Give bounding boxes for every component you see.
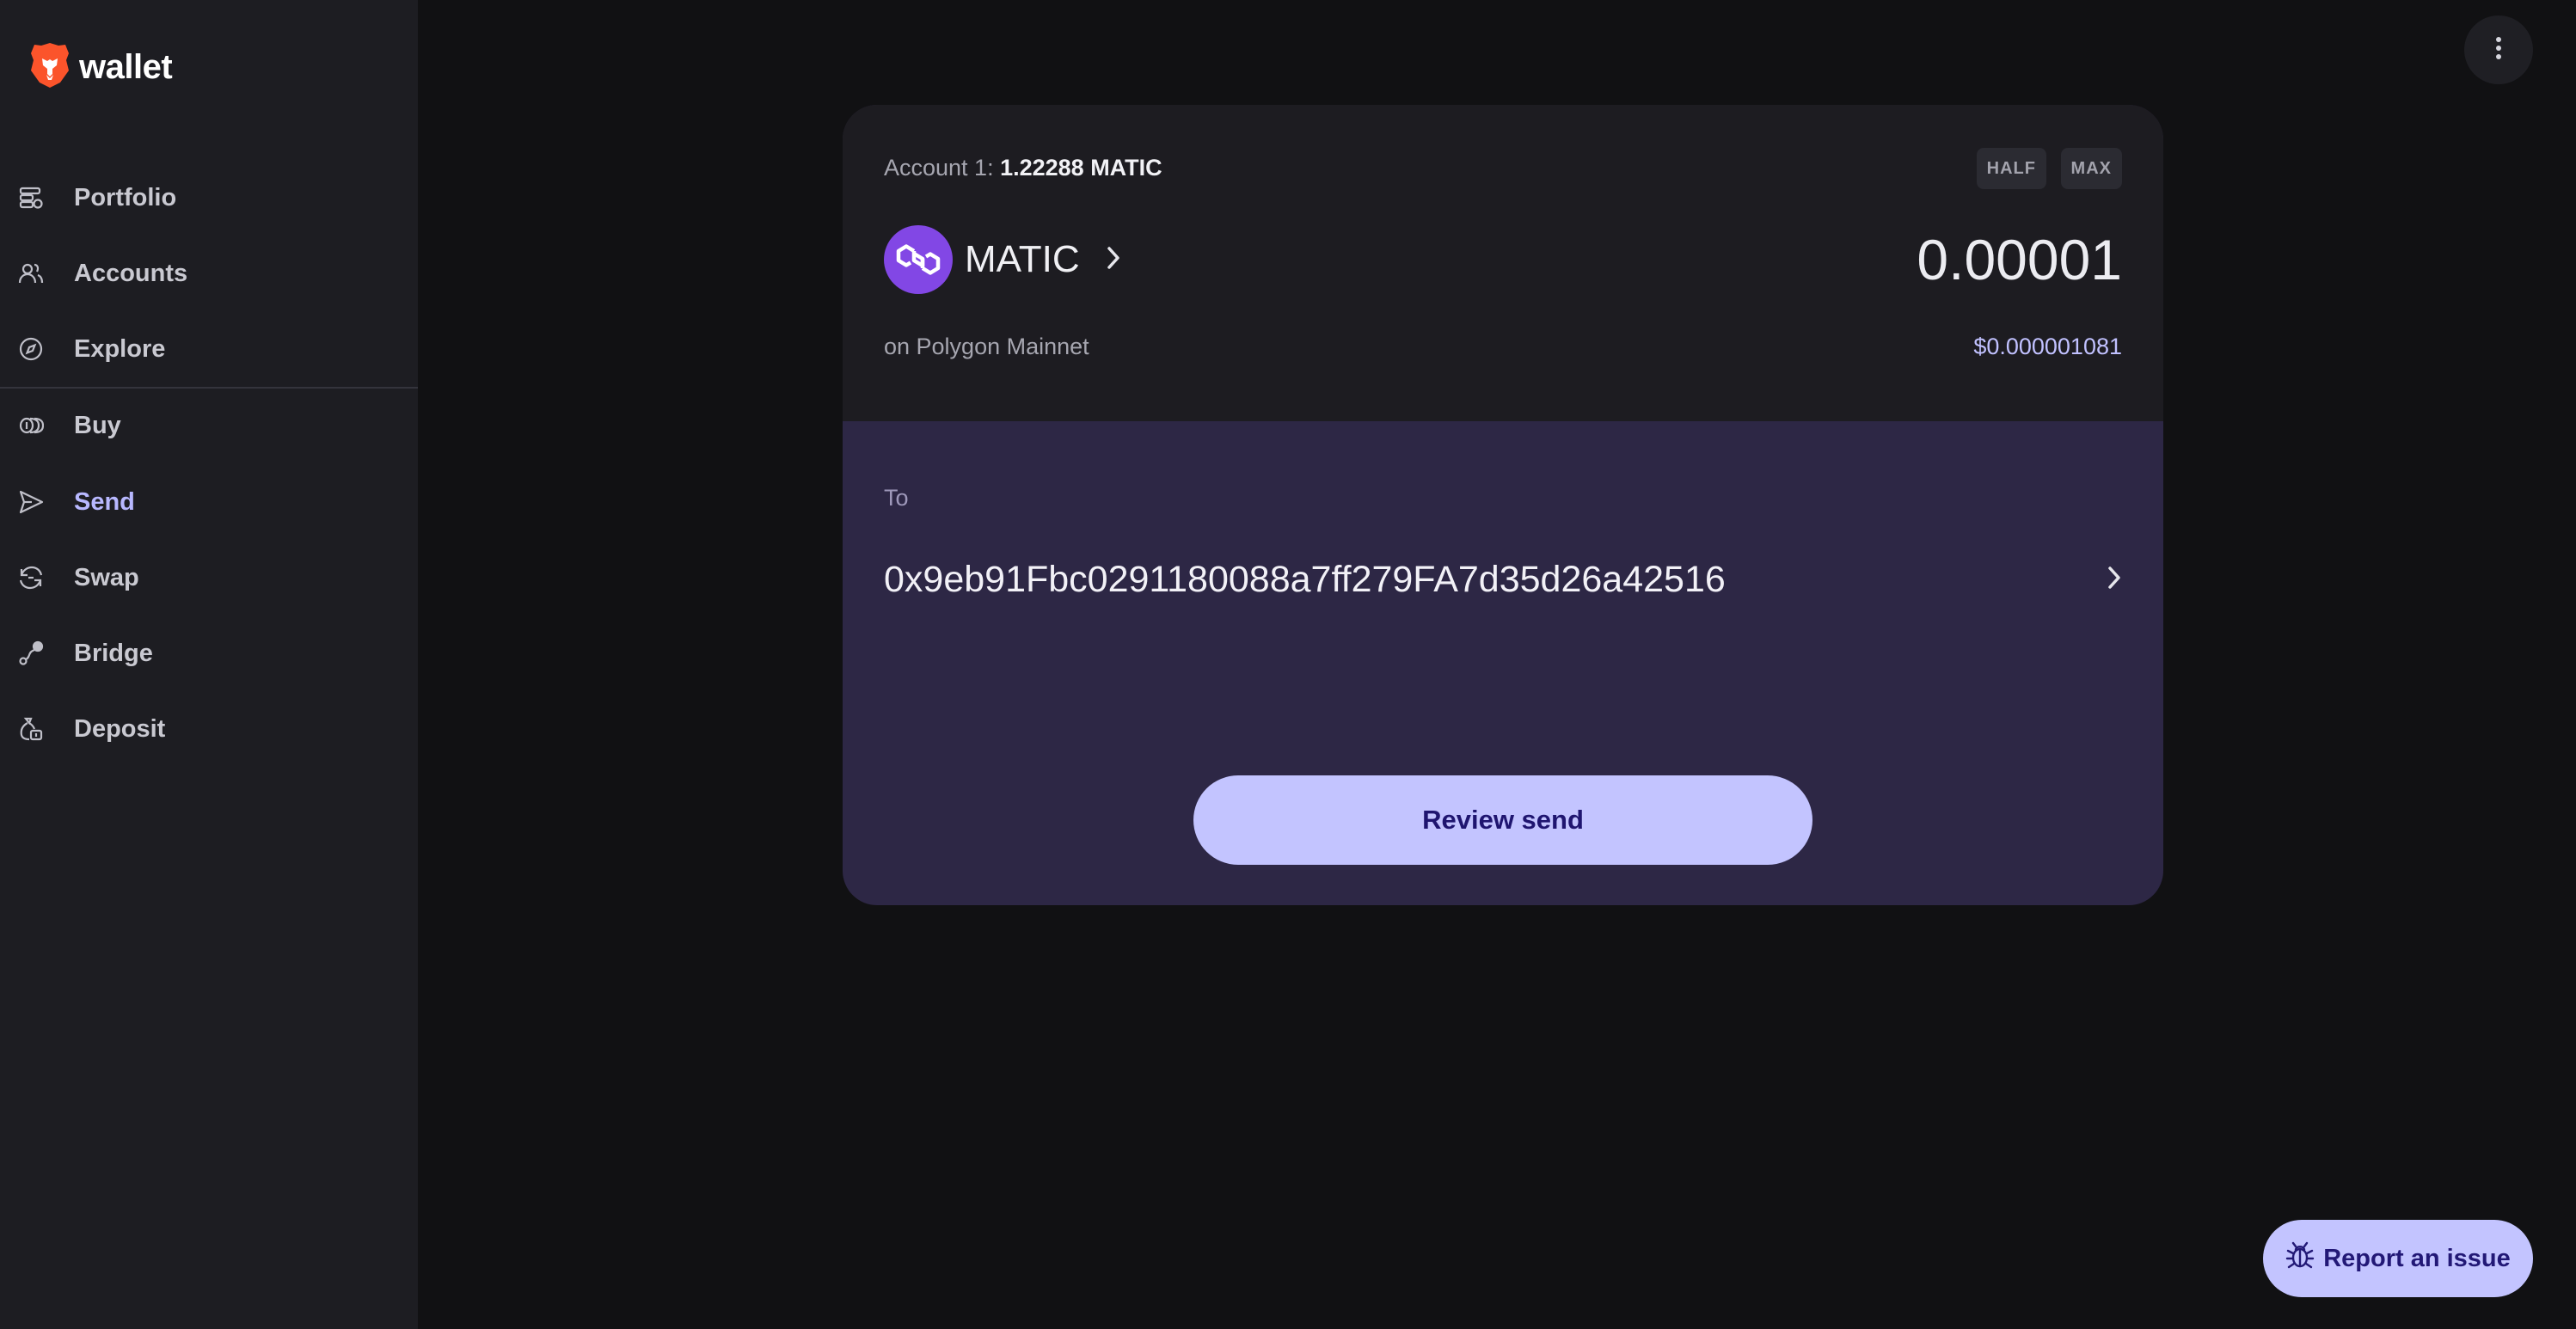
sidebar-item-label: Explore — [74, 334, 166, 363]
account-balance: 1.22288 MATIC — [1000, 155, 1162, 181]
half-button[interactable]: HALF — [1976, 148, 2046, 189]
account-balance-line: Account 1: 1.22288 MATIC — [884, 155, 1162, 181]
sidebar-item-explore[interactable]: Explore — [0, 319, 418, 379]
to-label: To — [884, 485, 909, 511]
deposit-icon — [17, 715, 45, 743]
report-issue-button[interactable]: Report an issue — [2263, 1220, 2533, 1297]
lion-logo-icon — [29, 41, 71, 94]
max-button[interactable]: MAX — [2060, 148, 2122, 189]
sidebar-item-label: Bridge — [74, 639, 153, 667]
bug-icon — [2285, 1240, 2315, 1277]
vertical-dots-icon — [2494, 35, 2503, 65]
token-symbol: MATIC — [965, 238, 1080, 280]
accounts-icon — [17, 260, 45, 287]
swap-icon — [17, 564, 45, 591]
review-send-button[interactable]: Review send — [1193, 775, 1812, 865]
recipient-address: 0x9eb91Fbc0291180088a7ff279FA7d35d26a425… — [884, 558, 1726, 600]
sidebar-item-label: Send — [74, 487, 135, 516]
send-icon — [17, 488, 45, 516]
logo-text: wallet — [79, 48, 173, 86]
network-label: on Polygon Mainnet — [884, 334, 1089, 359]
chevron-right-icon — [1106, 245, 1121, 275]
coins-icon — [17, 412, 45, 439]
sidebar-item-label: Portfolio — [74, 183, 177, 211]
sidebar-item-label: Buy — [74, 411, 121, 439]
nav-divider — [0, 387, 418, 389]
fiat-value: $0.000001081 — [1973, 334, 2122, 359]
sidebar-item-label: Swap — [74, 563, 139, 591]
compass-icon — [17, 335, 45, 363]
amount-section: Account 1: 1.22288 MATIC HALF MAX MATIC — [843, 105, 2163, 421]
sidebar-item-swap[interactable]: Swap — [0, 548, 418, 608]
brand-logo[interactable]: wallet — [29, 41, 173, 94]
bridge-icon — [17, 640, 45, 667]
sidebar-item-bridge[interactable]: Bridge — [0, 623, 418, 683]
sidebar-item-label: Accounts — [74, 259, 188, 287]
send-card: Account 1: 1.22288 MATIC HALF MAX MATIC — [843, 105, 2163, 905]
token-selector[interactable]: MATIC — [884, 225, 1121, 294]
sidebar-item-deposit[interactable]: Deposit — [0, 699, 418, 759]
sidebar-item-portfolio[interactable]: Portfolio — [0, 168, 418, 228]
sidebar-item-accounts[interactable]: Accounts — [0, 243, 418, 303]
sidebar-item-send[interactable]: Send — [0, 472, 418, 532]
more-options-button[interactable] — [2464, 15, 2533, 84]
portfolio-icon — [17, 184, 45, 211]
report-issue-label: Report an issue — [2323, 1244, 2511, 1272]
polygon-token-icon — [884, 225, 953, 294]
recipient-address-field[interactable]: 0x9eb91Fbc0291180088a7ff279FA7d35d26a425… — [884, 552, 2122, 607]
sidebar: wallet Portfolio Accounts Explore Buy Se… — [0, 0, 418, 1329]
account-label: Account 1: — [884, 155, 994, 181]
sidebar-item-buy[interactable]: Buy — [0, 395, 418, 456]
chevron-right-icon — [2107, 565, 2122, 595]
sidebar-item-label: Deposit — [74, 714, 166, 743]
amount-input[interactable]: 0.00001 — [1917, 225, 2122, 294]
